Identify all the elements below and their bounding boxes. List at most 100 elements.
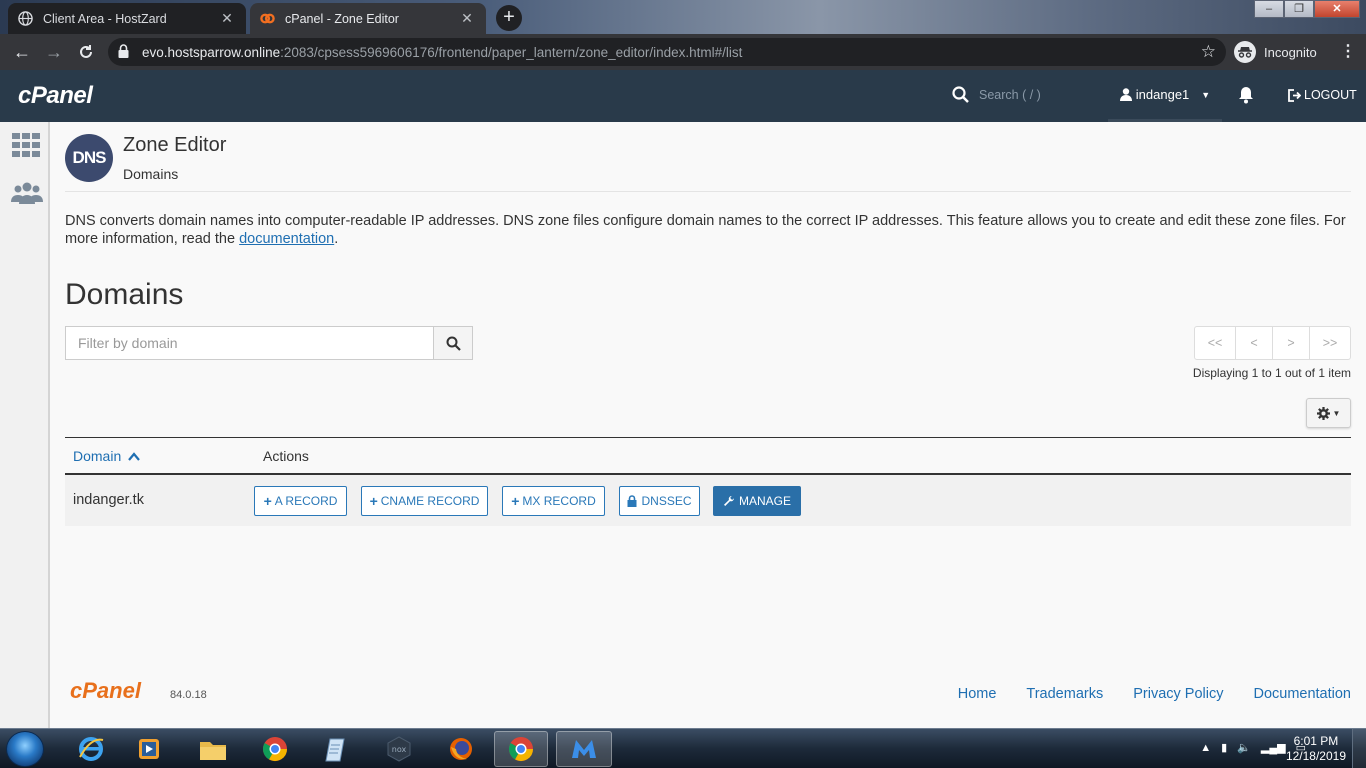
- browser-menu-icon[interactable]: ⋮: [1340, 40, 1356, 64]
- cpanel-version: 84.0.18: [170, 689, 207, 701]
- lock-icon: [118, 43, 132, 61]
- footer-link-trademarks[interactable]: Trademarks: [1026, 686, 1103, 702]
- page-header: DNS Zone Editor Domains: [65, 122, 1351, 192]
- footer-link-documentation[interactable]: Documentation: [1253, 686, 1351, 702]
- page-subtitle: Domains: [123, 166, 179, 182]
- column-domain-label: Domain: [73, 448, 122, 464]
- plus-icon: +: [263, 493, 272, 509]
- lock-icon: [627, 495, 637, 507]
- notifications-bell-icon[interactable]: [1238, 86, 1254, 109]
- domains-table: Domain Actions indanger.tk + A RECORD + CN…: [65, 437, 1351, 526]
- manage-button[interactable]: MANAGE: [713, 486, 801, 516]
- prev-page-button[interactable]: <: [1236, 327, 1273, 359]
- nox-player-icon[interactable]: nox: [372, 731, 426, 767]
- caret-down-icon: ▼: [1332, 408, 1341, 418]
- incognito-indicator[interactable]: Incognito: [1234, 39, 1317, 65]
- address-bar[interactable]: evo.hostsparrow.online:2083/cpsess596960…: [108, 38, 1226, 66]
- internet-explorer-icon[interactable]: [64, 731, 118, 767]
- forward-arrow-icon[interactable]: →: [42, 40, 66, 64]
- gear-icon: [1316, 406, 1330, 420]
- page-title: Zone Editor: [123, 134, 227, 156]
- svg-text:nox: nox: [392, 745, 407, 754]
- domain-name: indanger.tk: [73, 492, 144, 508]
- bookmark-star-icon[interactable]: ☆: [1201, 42, 1216, 62]
- tab-client-area[interactable]: Client Area - HostZard ✕: [8, 3, 246, 34]
- header-search[interactable]: Search ( / ): [952, 86, 1041, 103]
- search-icon: [952, 86, 969, 103]
- column-domain-sort[interactable]: Domain: [73, 448, 140, 464]
- incognito-label: Incognito: [1264, 44, 1317, 60]
- notepad-icon[interactable]: [310, 731, 364, 767]
- globe-icon: [18, 11, 33, 26]
- manage-label: MANAGE: [738, 494, 791, 508]
- system-clock[interactable]: 6:01 PM 12/18/2019: [1286, 734, 1346, 764]
- first-page-button[interactable]: <<: [1195, 327, 1236, 359]
- footer-link-home[interactable]: Home: [958, 686, 997, 702]
- minimize-button[interactable]: –: [1254, 0, 1284, 18]
- table-settings-button[interactable]: ▼: [1306, 398, 1351, 428]
- tab-zone-editor[interactable]: cPanel - Zone Editor ✕: [250, 3, 486, 34]
- signal-icon[interactable]: ▂▄▆: [1261, 741, 1286, 754]
- pagination-info: Displaying 1 to 1 out of 1 item: [1192, 366, 1351, 380]
- username: indange1: [1135, 87, 1190, 102]
- apps-grid-icon[interactable]: [10, 132, 42, 163]
- search-placeholder: Search ( / ): [979, 87, 1041, 102]
- window-close-button[interactable]: ✕: [1314, 0, 1360, 18]
- close-icon[interactable]: ✕: [458, 10, 476, 27]
- firefox-icon[interactable]: [434, 731, 488, 767]
- a-record-label: A RECORD: [274, 494, 338, 508]
- next-page-button[interactable]: >: [1273, 327, 1310, 359]
- footer-cpanel-logo[interactable]: cPanel: [70, 678, 141, 704]
- filter-search-button[interactable]: [433, 327, 472, 359]
- filter-input[interactable]: [66, 327, 433, 359]
- clock-time: 6:01 PM: [1293, 734, 1339, 748]
- url-host: evo.hostsparrow.online: [142, 44, 281, 60]
- footer-links: Home Trademarks Privacy Policy Documenta…: [958, 686, 1351, 702]
- media-player-icon[interactable]: [122, 731, 176, 767]
- cpanel-favicon-icon: [260, 11, 275, 26]
- description-end: .: [334, 231, 339, 247]
- add-cname-record-button[interactable]: + CNAME RECORD: [361, 486, 488, 516]
- cpanel-logo[interactable]: cPanel: [18, 82, 93, 110]
- logout-button[interactable]: LOGOUT: [1288, 88, 1357, 102]
- sidebar: [0, 122, 50, 728]
- add-a-record-button[interactable]: + A RECORD: [254, 486, 347, 516]
- search-icon: [446, 336, 461, 351]
- show-desktop-button[interactable]: [1352, 729, 1366, 768]
- browser-toolbar: ← → evo.hostsparrow.online:2083/cpsess59…: [0, 34, 1366, 70]
- dnssec-button[interactable]: DNSSEC: [619, 486, 700, 516]
- wrench-icon: [723, 495, 734, 506]
- user-menu[interactable]: indange1 ▼: [1108, 70, 1222, 122]
- battery-icon[interactable]: ▮: [1221, 741, 1227, 754]
- footer-link-privacy[interactable]: Privacy Policy: [1133, 686, 1223, 702]
- cname-record-label: CNAME RECORD: [380, 494, 480, 508]
- main-content: DNS Zone Editor Domains DNS converts dom…: [65, 122, 1351, 526]
- reload-icon[interactable]: [74, 40, 98, 64]
- maximize-button[interactable]: ❐: [1284, 0, 1314, 18]
- add-mx-record-button[interactable]: + MX RECORD: [502, 486, 605, 516]
- volume-icon[interactable]: 🔈: [1237, 741, 1251, 754]
- chevron-down-icon: ▼: [1201, 89, 1211, 100]
- new-tab-button[interactable]: +: [496, 5, 522, 31]
- malwarebytes-icon[interactable]: [556, 731, 612, 767]
- pagination: << < > >>: [1194, 326, 1351, 360]
- dns-logo-icon: DNS: [65, 134, 113, 182]
- documentation-link[interactable]: documentation: [239, 231, 334, 247]
- file-explorer-icon[interactable]: [186, 731, 240, 767]
- table-row: indanger.tk + A RECORD + CNAME RECORD + MX …: [65, 475, 1351, 526]
- users-group-icon[interactable]: [10, 180, 44, 211]
- page-description: DNS converts domain names into computer-…: [65, 212, 1351, 248]
- section-title: Domains: [65, 278, 184, 311]
- tab-title: Client Area - HostZard: [43, 11, 167, 26]
- chrome-icon[interactable]: [248, 731, 302, 767]
- plus-icon: +: [369, 493, 378, 509]
- chrome-open-icon[interactable]: [494, 731, 548, 767]
- user-icon: [1119, 88, 1132, 101]
- tray-expand-icon[interactable]: ▲: [1200, 742, 1211, 754]
- last-page-button[interactable]: >>: [1310, 327, 1350, 359]
- start-button-icon[interactable]: [6, 731, 44, 767]
- back-arrow-icon[interactable]: ←: [10, 40, 34, 64]
- close-icon[interactable]: ✕: [218, 10, 236, 27]
- sort-ascending-icon: [128, 452, 140, 461]
- table-header: Domain Actions: [65, 437, 1351, 475]
